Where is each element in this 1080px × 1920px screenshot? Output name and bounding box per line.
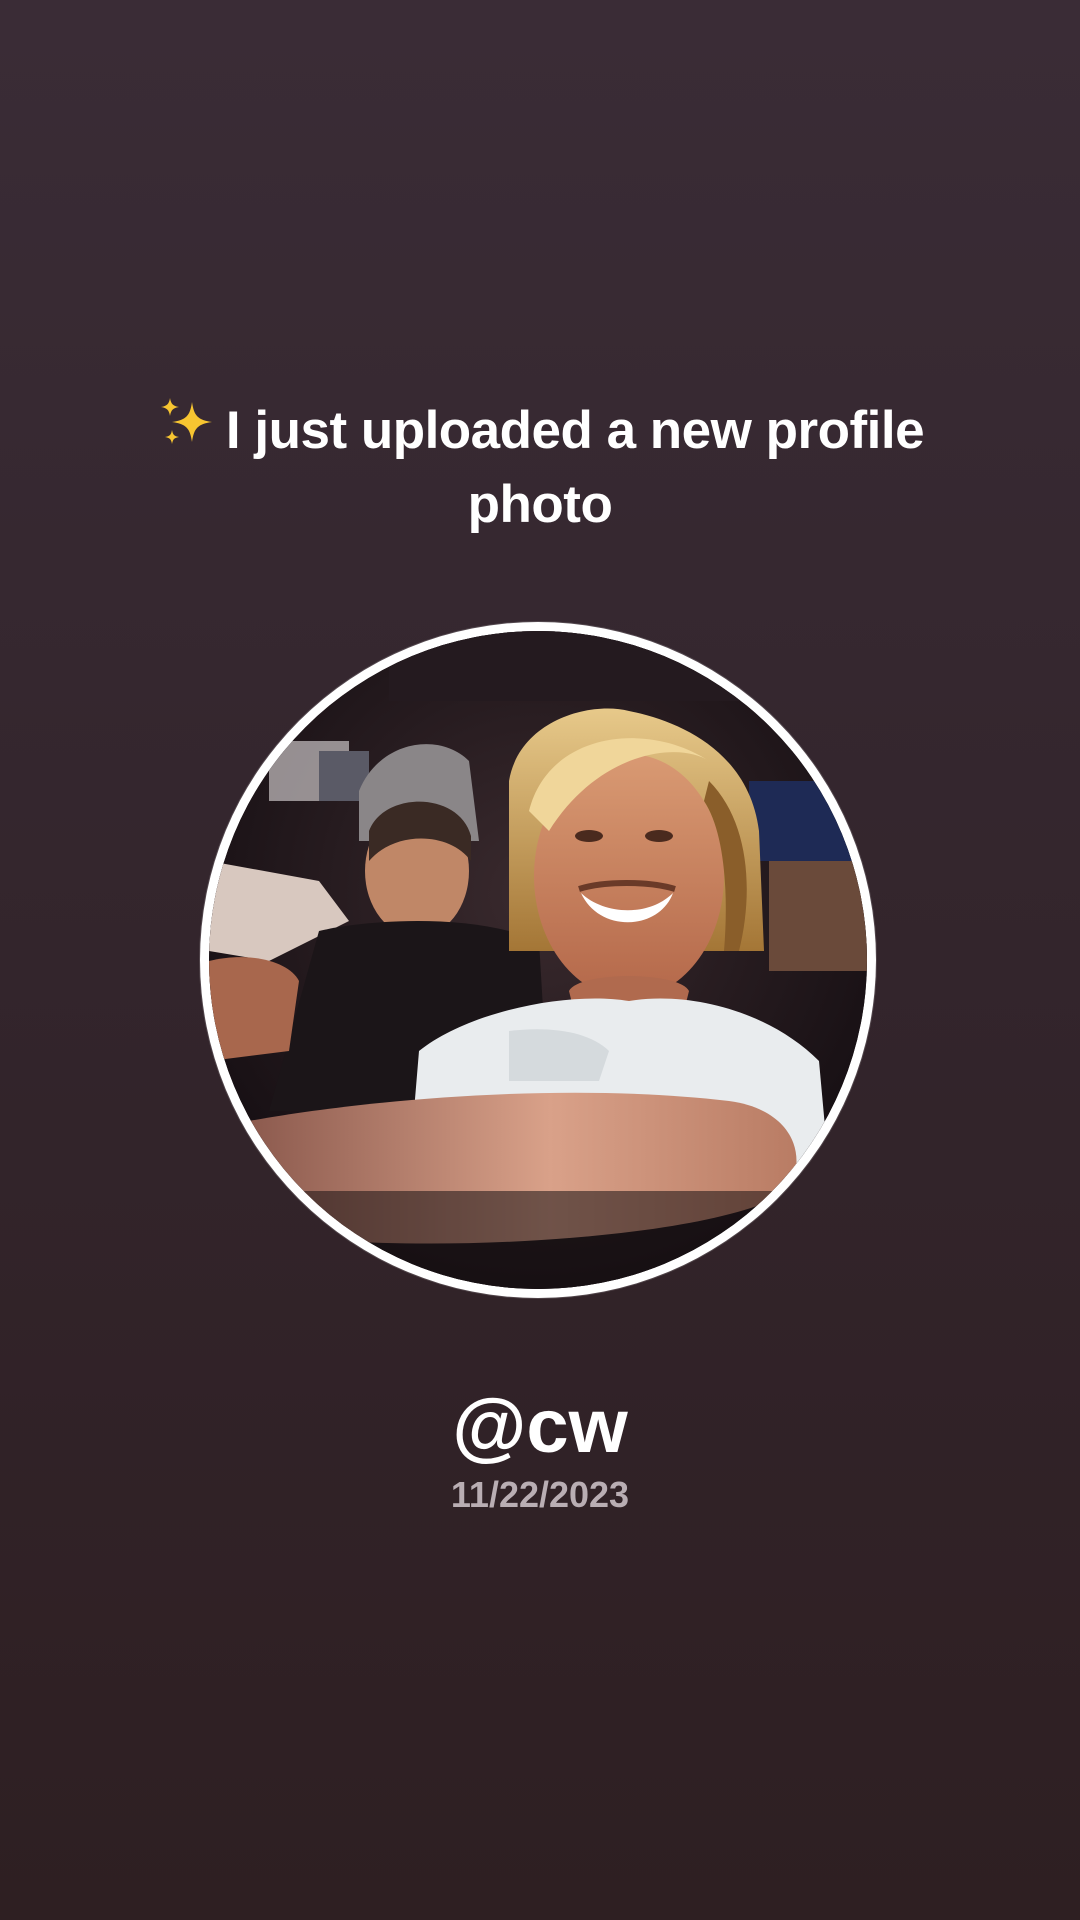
story-card: I just uploaded a new profile photo @cw … bbox=[0, 0, 1080, 1920]
profile-photo[interactable] bbox=[209, 631, 867, 1289]
profile-photo-image bbox=[209, 631, 867, 1289]
profile-photo-frame[interactable] bbox=[200, 622, 876, 1298]
post-date: 11/22/2023 bbox=[450, 1474, 630, 1515]
headline-text: I just uploaded a new profile photo bbox=[225, 401, 925, 534]
sparkles-icon bbox=[156, 394, 216, 454]
announcement-headline: I just uploaded a new profile photo bbox=[140, 394, 940, 542]
username-handle[interactable]: @cw bbox=[0, 1382, 1080, 1472]
